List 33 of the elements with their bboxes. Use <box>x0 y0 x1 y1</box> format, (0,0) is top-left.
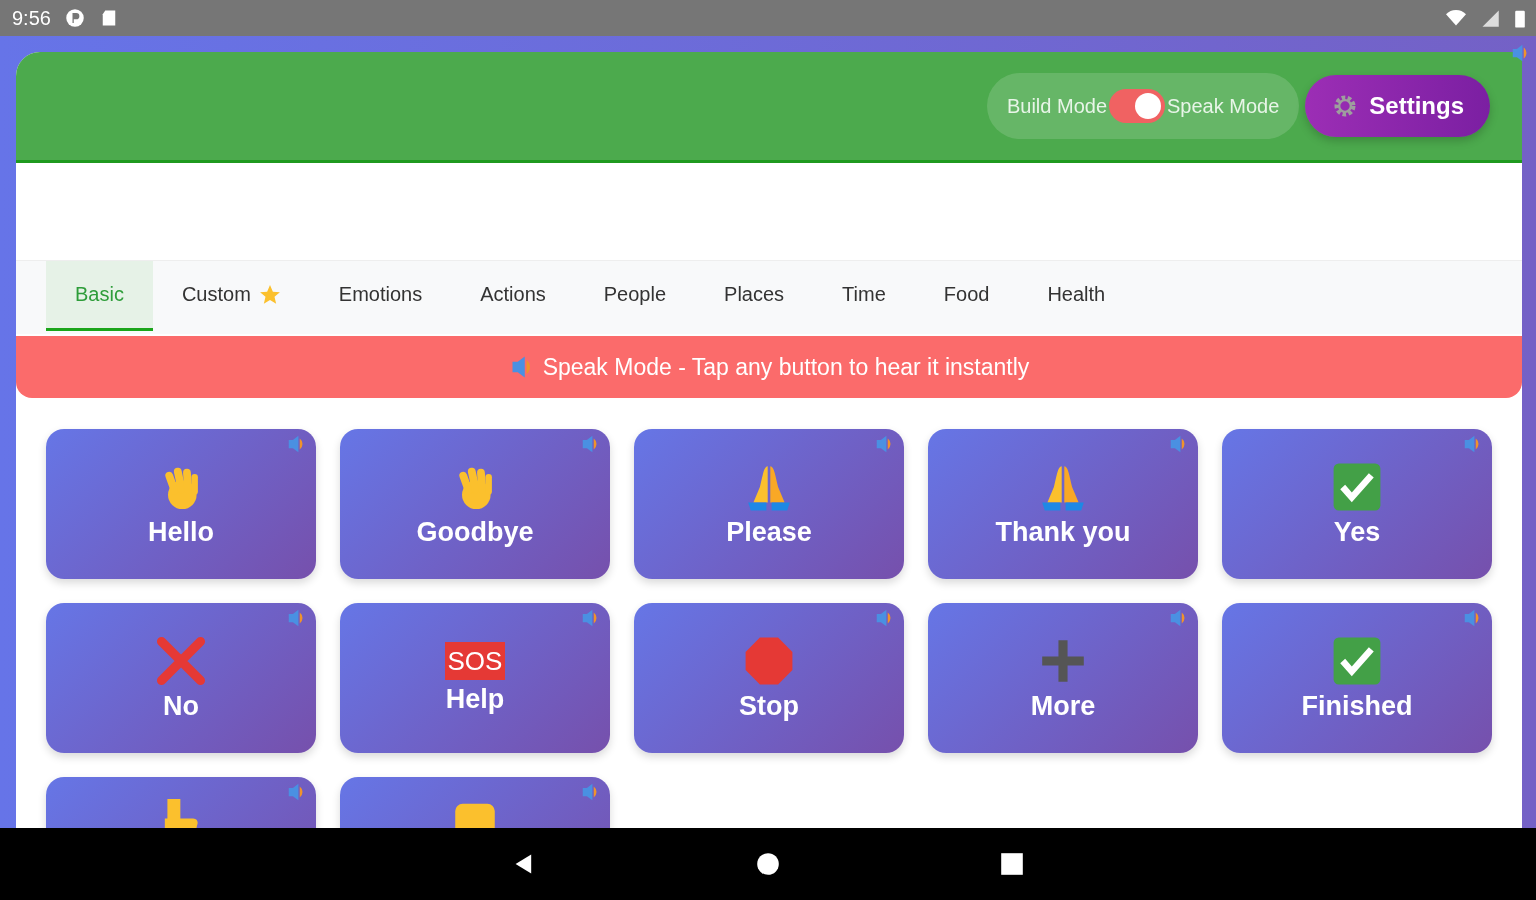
battery-icon <box>1514 8 1526 28</box>
notification-icon <box>64 8 85 28</box>
phrase-button[interactable]: Hello <box>46 429 316 579</box>
signal-icon <box>1480 8 1500 28</box>
mode-label: Build Mode <box>1006 94 1107 118</box>
category-tab[interactable]: People <box>574 261 696 331</box>
category-tab[interactable]: Places <box>695 261 814 331</box>
settings-button[interactable]: Settings <box>1305 75 1490 137</box>
sos-icon: SOS <box>444 641 506 680</box>
mode-toggle[interactable] <box>1109 89 1165 123</box>
phrase-button[interactable]: Thank you <box>928 429 1198 579</box>
wifi-icon <box>1446 8 1466 28</box>
mode-label: Speak Mode <box>1167 94 1280 118</box>
phrase-button[interactable]: SOS Help <box>340 603 610 753</box>
category-tab[interactable]: Actions <box>451 261 575 331</box>
clock: 9:56 <box>12 6 51 30</box>
phrase-button[interactable]: Goodbye <box>340 429 610 579</box>
phrase-button[interactable]: Please <box>634 429 904 579</box>
phrase-button[interactable]: No <box>46 603 316 753</box>
category-tab[interactable]: Food <box>914 261 1019 331</box>
cross-icon <box>155 634 207 687</box>
phrase-button[interactable]: More <box>928 603 1198 753</box>
banner-text: Speak Mode - Tap any button to hear it instantly <box>542 353 1030 381</box>
category-tab[interactable]: Custom <box>152 261 310 331</box>
category-tab[interactable]: Time <box>813 261 915 331</box>
phrase-button[interactable]: Finished <box>1222 603 1492 753</box>
category-tab[interactable]: Emotions <box>309 261 452 331</box>
home-icon[interactable] <box>756 852 780 876</box>
phrase-button[interactable]: Stop <box>634 603 904 753</box>
category-tab[interactable]: Basic <box>46 261 153 331</box>
recents-icon[interactable] <box>1000 852 1024 876</box>
phrase-button[interactable]: Yes <box>1222 429 1492 579</box>
category-tab[interactable]: Health <box>1018 261 1135 331</box>
